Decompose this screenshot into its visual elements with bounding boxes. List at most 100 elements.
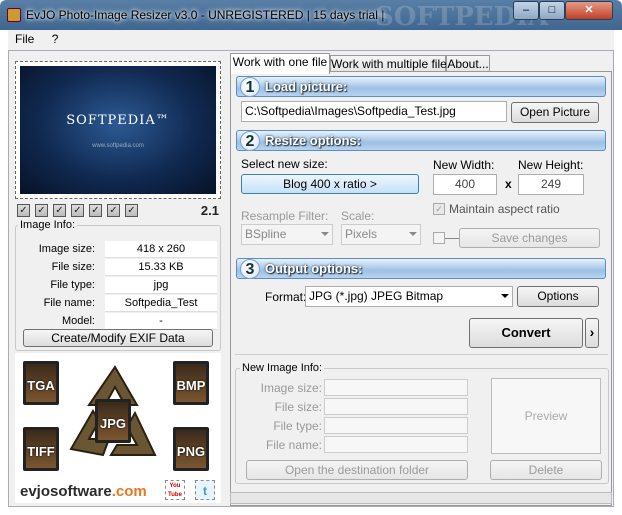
preview-logo: SOFTPEDIA™: [66, 113, 170, 128]
new-height-input[interactable]: 249: [518, 174, 584, 195]
brand-name: evjosoftware: [20, 483, 112, 500]
picture-path-field[interactable]: C:\Softpedia\Images\Softpedia_Test.jpg: [241, 101, 507, 122]
new-file-size-label: File size:: [274, 400, 322, 414]
left-panel: SOFTPEDIA™ www.softpedia.com ✓ ✓ ✓ ✓ ✓ ✓…: [13, 55, 223, 505]
times-label: x: [505, 177, 512, 191]
resample-filter-select[interactable]: BSpline: [241, 224, 333, 245]
scale-label: Scale:: [341, 209, 375, 223]
section-output-options: 3 Output options:: [236, 258, 606, 279]
jpg-format-icon: JPG: [95, 399, 131, 443]
format-value: JPG (*.jpg) JPEG Bitmap: [309, 289, 444, 303]
close-button[interactable]: ✕: [565, 1, 613, 20]
checkbox-icon[interactable]: ✓: [125, 204, 138, 217]
scale-select[interactable]: Pixels: [341, 224, 421, 245]
menu-bar: File ?: [8, 30, 614, 50]
scale-value: Pixels: [345, 227, 378, 241]
preview-placeholder: Preview: [524, 409, 568, 423]
section-title: Output options:: [265, 261, 363, 276]
convert-menu-arrow[interactable]: ›: [585, 318, 599, 348]
version-label: 2.1: [200, 203, 219, 218]
info-row: Image size: 418 x 260: [16, 241, 220, 259]
section-resize-options: 2 Resize options:: [236, 130, 606, 151]
section-load-picture: 1 Load picture:: [236, 76, 606, 97]
step-number-1: 1: [240, 77, 260, 97]
new-image-preview: Preview: [491, 378, 601, 454]
new-file-type-label: File type:: [273, 419, 322, 433]
delete-button[interactable]: Delete: [490, 460, 602, 480]
resample-filter-value: BSpline: [245, 227, 287, 241]
new-image-info-title: New Image Info:: [240, 362, 325, 374]
youtube-icon[interactable]: You Tube: [165, 480, 185, 500]
select-size-label: Select new size:: [241, 157, 328, 171]
maintain-aspect-checkbox[interactable]: ✓: [433, 203, 445, 215]
new-image-size-label: Image size:: [260, 381, 322, 395]
status-bar: [230, 492, 612, 504]
format-select[interactable]: JPG (*.jpg) JPEG Bitmap: [305, 286, 513, 307]
checkbox-icon[interactable]: ✓: [89, 204, 102, 217]
info-value: jpg: [105, 277, 217, 294]
image-info-group: Image Info: Image size: 418 x 260 File s…: [15, 219, 221, 351]
info-row: File type: jpg: [16, 277, 220, 295]
convert-button[interactable]: Convert: [469, 318, 583, 348]
png-format-icon: PNG: [173, 427, 209, 471]
tab-one-file[interactable]: Work with one file: [230, 53, 330, 74]
checkbox-icon[interactable]: ✓: [35, 204, 48, 217]
info-value: -: [105, 313, 217, 330]
create-modify-exif-button[interactable]: Create/Modify EXIF Data: [23, 329, 213, 347]
brand-tld: .com: [111, 483, 147, 500]
tab-page-one-file: 1 Load picture: C:\Softpedia\Images\Soft…: [230, 71, 612, 506]
new-file-name-value: [324, 436, 468, 453]
format-label: Format:: [265, 290, 307, 304]
checkbox-icon[interactable]: ✓: [107, 204, 120, 217]
tiff-format-icon: TIFF: [23, 427, 59, 471]
new-width-label: New Width:: [433, 158, 495, 172]
image-preview: SOFTPEDIA™ www.softpedia.com: [15, 61, 221, 199]
new-file-type-value: [324, 417, 468, 434]
chevron-down-icon: [409, 232, 417, 236]
save-changes-checkbox[interactable]: [433, 232, 445, 244]
info-label: File size:: [51, 261, 95, 273]
new-height-label: New Height:: [518, 158, 584, 172]
size-preset-button[interactable]: Blog 400 x ratio >: [241, 174, 419, 194]
new-file-name-label: File name:: [265, 438, 322, 452]
new-width-input[interactable]: 400: [433, 174, 497, 195]
info-row: File name: Softpedia_Test: [16, 295, 220, 313]
tga-format-icon: TGA: [23, 361, 59, 405]
minimize-button[interactable]: –: [513, 1, 539, 20]
twitter-icon[interactable]: t: [195, 480, 215, 500]
info-value: 418 x 260: [105, 241, 217, 258]
info-label: File name:: [43, 297, 95, 309]
main-window: SOFTPEDIA™ www.softpedia.com ✓ ✓ ✓ ✓ ✓ ✓…: [8, 50, 614, 507]
save-changes-button[interactable]: Save changes: [459, 228, 600, 248]
info-row: File size: 15.33 KB: [16, 259, 220, 277]
info-label: Image size:: [38, 243, 95, 255]
menu-file[interactable]: File: [8, 30, 41, 48]
open-picture-button[interactable]: Open Picture: [511, 102, 599, 123]
title-bar: EvJO Photo-Image Resizer v3.0 - UNREGIST…: [0, 0, 622, 32]
section-title: Load picture:: [265, 79, 348, 94]
menu-help[interactable]: ?: [45, 30, 66, 48]
info-value: Softpedia_Test: [105, 295, 217, 312]
format-logos: TGA BMP JPG TIFF PNG evjosoftware.com Yo…: [15, 353, 221, 503]
info-label: File type:: [50, 279, 95, 291]
section-title: Resize options:: [265, 133, 362, 148]
step-number-2: 2: [240, 131, 260, 151]
image-info-title: Image Info:: [18, 219, 78, 231]
output-options-button[interactable]: Options: [517, 286, 599, 307]
maximize-button[interactable]: □: [539, 1, 565, 20]
new-image-size-value: [324, 379, 468, 396]
open-destination-folder-button[interactable]: Open the destination folder: [246, 460, 468, 480]
chevron-down-icon: [501, 294, 509, 298]
resample-filter-label: Resample Filter:: [241, 209, 329, 223]
preview-url: www.softpedia.com: [92, 143, 144, 149]
checkbox-icon[interactable]: ✓: [17, 204, 30, 217]
divider: [235, 354, 608, 355]
info-label: Model:: [61, 315, 95, 327]
connector-line: [445, 238, 459, 239]
checkbox-icon[interactable]: ✓: [71, 204, 84, 217]
window-title: EvJO Photo-Image Resizer v3.0 - UNREGIST…: [26, 8, 385, 22]
maintain-aspect-label: Maintain aspect ratio: [449, 202, 560, 216]
checkbox-icon[interactable]: ✓: [53, 204, 66, 217]
evjosoftware-link[interactable]: evjosoftware.com: [20, 483, 147, 500]
info-value: 15.33 KB: [105, 259, 217, 276]
